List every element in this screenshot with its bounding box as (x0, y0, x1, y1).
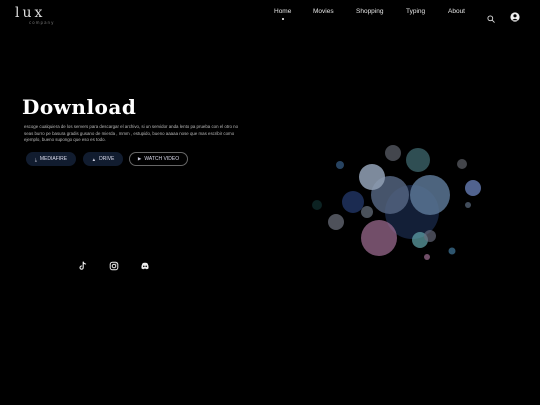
search-icon[interactable] (487, 8, 495, 27)
nav-home-label: Home (274, 8, 292, 15)
play-icon: ▶ (137, 156, 142, 161)
download-icon: ⤓ (34, 156, 37, 162)
nav-shopping-label: Shopping (356, 8, 384, 15)
drive-label: DRIVE (99, 156, 115, 162)
discord-icon[interactable] (140, 256, 150, 270)
watch-video-button[interactable]: ▶ WATCH VIDEO (129, 152, 188, 166)
nav-about[interactable]: About (448, 8, 465, 15)
hero-description: escoge cualquiera de los servers para de… (24, 124, 239, 142)
nav-movies-label: Movies (313, 8, 334, 15)
logo-subtitle: company (29, 20, 55, 25)
mediafire-button[interactable]: ⤓ MEDIAFIRE (26, 152, 76, 166)
watch-video-label: WATCH VIDEO (144, 156, 180, 162)
nav-movies[interactable]: Movies (313, 8, 334, 15)
bubbles-illustration (312, 145, 481, 260)
top-nav: Home Movies Shopping Typing About (0, 8, 540, 23)
nav-shopping[interactable]: Shopping (356, 8, 383, 15)
drive-icon: ▲ (91, 156, 97, 162)
nav-about-label: About (448, 8, 465, 15)
nav-typing-label: Typing (406, 8, 426, 15)
bubble-cluster (312, 145, 481, 260)
user-icon[interactable] (510, 7, 520, 26)
nav-home[interactable]: Home (274, 8, 292, 20)
tiktok-icon[interactable] (78, 256, 88, 270)
active-indicator (281, 18, 284, 20)
drive-button[interactable]: ▲ DRIVE (83, 152, 123, 166)
page-title: Download (22, 95, 137, 119)
mediafire-label: MEDIAFIRE (39, 156, 68, 162)
nav-typing[interactable]: Typing (406, 8, 425, 15)
instagram-icon[interactable] (109, 256, 119, 271)
